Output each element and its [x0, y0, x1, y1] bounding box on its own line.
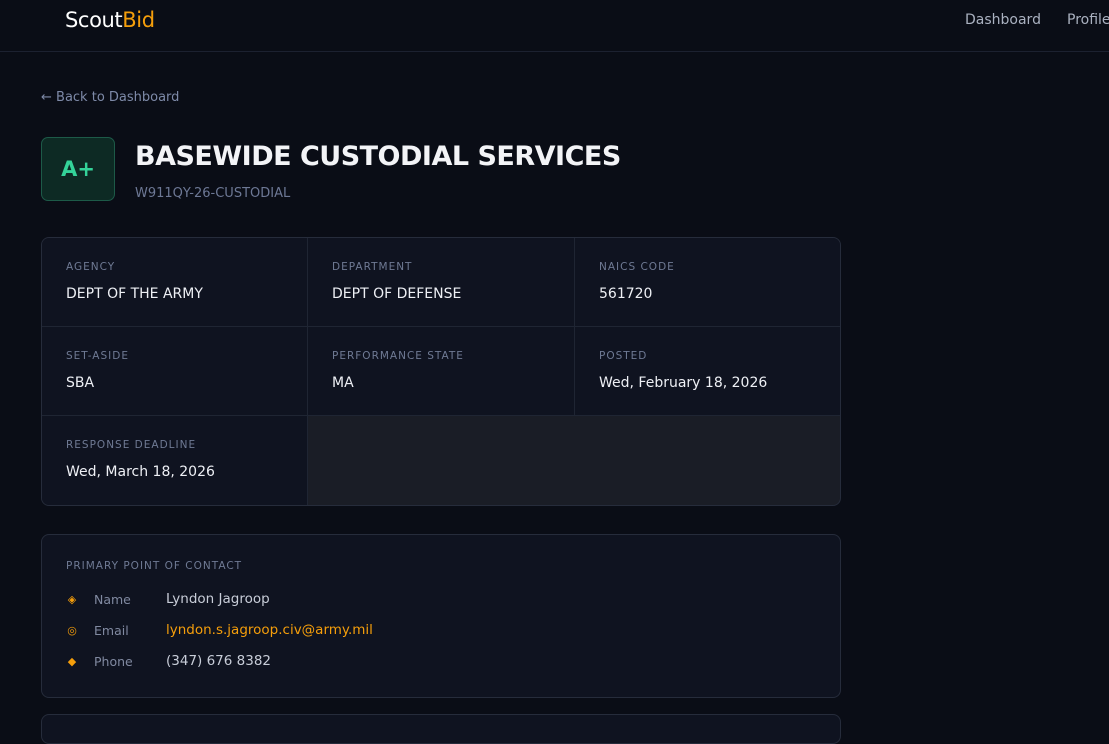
- detail-cell-response-deadline: RESPONSE DEADLINE Wed, March 18, 2026: [42, 416, 308, 505]
- contact-card-title: PRIMARY POINT OF CONTACT: [66, 560, 243, 572]
- next-section-card: [41, 714, 841, 744]
- top-bar: ScoutBid Dashboard Profile: [0, 0, 1109, 52]
- detail-cell-agency: AGENCY DEPT OF THE ARMY: [42, 238, 308, 327]
- detail-cell-naics: NAICS CODE 561720: [575, 238, 840, 327]
- detail-label: POSTED: [599, 350, 648, 362]
- detail-value: DEPT OF THE ARMY: [66, 286, 203, 302]
- detail-label: RESPONSE DEADLINE: [66, 439, 197, 451]
- scoutbid-logo[interactable]: ScoutBid: [65, 8, 155, 32]
- contact-name-value: Lyndon Jagroop: [166, 591, 270, 607]
- grade-badge: A+: [41, 137, 115, 201]
- solicitation-number: W911QY-26-CUSTODIAL: [135, 186, 291, 201]
- logo-text-scout: Scout: [65, 8, 123, 32]
- email-icon: ◎: [67, 624, 77, 637]
- detail-label: PERFORMANCE STATE: [332, 350, 464, 362]
- detail-value: SBA: [66, 375, 95, 391]
- name-icon: ◈: [67, 593, 77, 606]
- opportunity-title: BASEWIDE CUSTODIAL SERVICES: [135, 141, 621, 172]
- detail-cell-set-aside: SET-ASIDE SBA: [42, 327, 308, 416]
- detail-label: DEPARTMENT: [332, 261, 413, 273]
- back-to-dashboard-link[interactable]: ← Back to Dashboard: [41, 90, 179, 105]
- detail-cell-department: DEPARTMENT DEPT OF DEFENSE: [308, 238, 575, 327]
- contact-email-link[interactable]: lyndon.s.jagroop.civ@army.mil: [166, 622, 373, 638]
- detail-value: Wed, March 18, 2026: [66, 464, 215, 480]
- detail-label: SET-ASIDE: [66, 350, 129, 362]
- detail-value: MA: [332, 375, 354, 391]
- detail-value: Wed, February 18, 2026: [599, 375, 768, 391]
- point-of-contact-card: PRIMARY POINT OF CONTACT ◈ Name Lyndon J…: [41, 534, 841, 698]
- contact-key: Name: [94, 592, 131, 607]
- contact-key: Phone: [94, 654, 133, 669]
- detail-cell-performance-state: PERFORMANCE STATE MA: [308, 327, 575, 416]
- nav-profile-link[interactable]: Profile: [1067, 12, 1109, 28]
- contact-row-phone: ◆ Phone (347) 676 8382: [66, 653, 806, 673]
- detail-cell-posted: POSTED Wed, February 18, 2026: [575, 327, 840, 416]
- detail-value: 561720: [599, 286, 653, 302]
- phone-icon: ◆: [67, 655, 77, 668]
- contact-row-name: ◈ Name Lyndon Jagroop: [66, 591, 806, 611]
- detail-label: NAICS CODE: [599, 261, 675, 273]
- logo-text-bid: Bid: [122, 8, 155, 32]
- detail-label: AGENCY: [66, 261, 116, 273]
- detail-value: DEPT OF DEFENSE: [332, 286, 462, 302]
- contact-row-email: ◎ Email lyndon.s.jagroop.civ@army.mil: [66, 622, 806, 642]
- contact-phone-value: (347) 676 8382: [166, 653, 272, 669]
- contact-key: Email: [94, 623, 129, 638]
- details-grid: AGENCY DEPT OF THE ARMY DEPARTMENT DEPT …: [41, 237, 841, 506]
- nav-dashboard-link[interactable]: Dashboard: [965, 12, 1041, 28]
